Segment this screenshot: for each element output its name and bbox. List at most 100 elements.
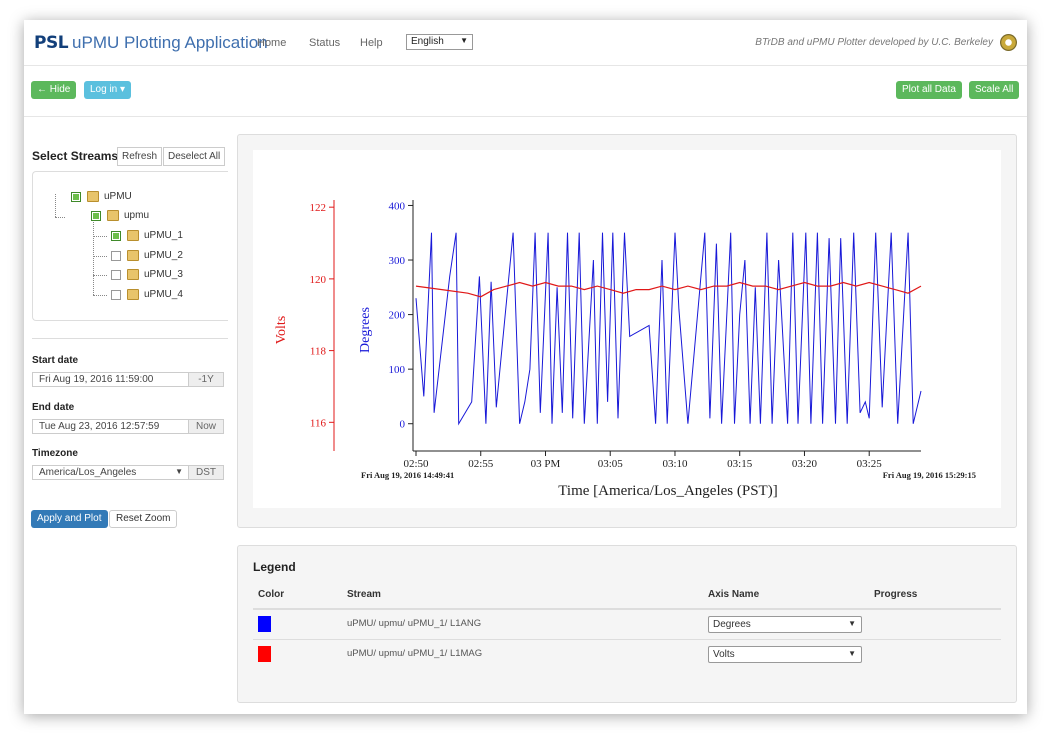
tree-connector: [93, 236, 107, 237]
tree-node-label: uPMU_3: [144, 269, 183, 280]
legend-row-divider: [253, 639, 1001, 640]
volts-tick-label: 118: [310, 346, 327, 358]
x-tick-label: 03:20: [792, 458, 818, 470]
tree-connector: [93, 256, 107, 257]
dst-toggle[interactable]: DST: [188, 465, 224, 480]
axis-name-value: Volts: [713, 649, 735, 660]
degrees-tick-label: 300: [389, 255, 406, 267]
tree-connector: [93, 275, 107, 276]
folder-icon: [127, 269, 139, 280]
tree-node-upmu-1[interactable]: uPMU_1: [111, 230, 183, 241]
series-line-degrees: [415, 232, 922, 426]
tree-connector: [93, 295, 107, 296]
brand-abbrev: PSL: [34, 33, 69, 53]
tree-connector: [55, 194, 56, 217]
legend-header-axis: Axis Name: [708, 589, 760, 600]
legend-color-swatch: [258, 646, 271, 662]
chevron-down-icon: ▼: [848, 619, 856, 628]
tree-node-label: upmu: [124, 210, 150, 221]
chart-svg[interactable]: 116 118 120 122 Volts 0 100 200 300 400 Degrees 02:…: [253, 150, 1001, 508]
tree-node-upmu[interactable]: upmu: [91, 210, 149, 221]
tree-node-upmu-4[interactable]: uPMU_4: [111, 289, 183, 300]
minus-one-year-button[interactable]: -1Y: [188, 372, 224, 387]
tree-node-label: uPMU: [104, 191, 132, 202]
checkbox-icon[interactable]: [111, 289, 121, 300]
refresh-button[interactable]: Refresh: [117, 147, 163, 166]
divider: [32, 338, 228, 339]
degrees-tick-label: 100: [389, 364, 406, 376]
nav-home-link[interactable]: Home: [257, 37, 286, 49]
legend-header-progress: Progress: [874, 589, 918, 600]
hide-button[interactable]: ← Hide: [31, 81, 77, 99]
login-button[interactable]: Log in ▾: [84, 81, 132, 99]
tree-node-label: uPMU_2: [144, 250, 183, 261]
tree-node-root[interactable]: uPMU: [71, 191, 132, 202]
tree-node-upmu-3[interactable]: uPMU_3: [111, 269, 183, 280]
legend-header-divider: [253, 608, 1001, 610]
chevron-down-icon: ▼: [848, 649, 856, 658]
tree-connector: [55, 217, 65, 218]
timezone-select[interactable]: America/Los_Angeles ▼: [32, 465, 189, 480]
timezone-value: America/Los_Angeles: [39, 467, 137, 478]
folder-icon: [127, 289, 139, 300]
language-value: English: [411, 36, 444, 47]
app-brand[interactable]: PSL uPMU Plotting Application: [34, 33, 268, 53]
legend-stream-name: uPMU/ upmu/ uPMU_1/ L1MAG: [347, 648, 483, 659]
volts-tick-label: 122: [310, 202, 327, 214]
volts-axis-title: Volts: [274, 316, 289, 345]
end-date-label: End date: [32, 402, 75, 413]
volts-tick-label: 116: [310, 417, 327, 429]
checkbox-icon[interactable]: [111, 250, 121, 261]
berkeley-logo-icon: [1000, 34, 1017, 51]
axis-name-value: Degrees: [713, 619, 751, 630]
scale-all-button[interactable]: Scale All: [969, 81, 1020, 99]
legend-header-color: Color: [258, 589, 285, 600]
x-tick-label: 03:10: [662, 458, 688, 470]
toolbar: ← Hide Log in ▾ Plot all Data Scale All: [24, 67, 1027, 117]
start-timestamp-label: Fri Aug 19, 2016 14:49:41: [361, 470, 454, 480]
legend-stream-name: uPMU/ upmu/ uPMU_1/ L1ANG: [347, 618, 482, 629]
start-date-label: Start date: [32, 355, 79, 366]
legend-header-stream: Stream: [347, 589, 381, 600]
volts-tick-label: 120: [310, 274, 327, 286]
x-tick-label: 03:25: [857, 458, 883, 470]
credit-text: BTrDB and uPMU Plotter developed by U.C.…: [755, 37, 993, 48]
stream-tree: uPMU upmu uPMU_1 uPMU_2 uPMU_3 uPMU_4: [32, 171, 228, 321]
checkbox-icon[interactable]: [71, 191, 81, 202]
axis-name-select[interactable]: Degrees ▼: [708, 616, 862, 633]
nav-status-link[interactable]: Status: [309, 37, 340, 49]
folder-icon: [87, 191, 99, 202]
axis-name-select[interactable]: Volts ▼: [708, 646, 862, 663]
chevron-down-icon: ▼: [460, 36, 468, 45]
tree-node-upmu-2[interactable]: uPMU_2: [111, 250, 183, 261]
legend-color-swatch: [258, 616, 271, 632]
select-streams-title: Select Streams: [32, 149, 119, 163]
degrees-tick-label: 0: [400, 419, 406, 431]
folder-icon: [127, 250, 139, 261]
legend-title: Legend: [253, 560, 296, 574]
language-select[interactable]: English ▼: [406, 34, 473, 50]
x-tick-label: 03:05: [598, 458, 624, 470]
nav-help-link[interactable]: Help: [360, 37, 383, 49]
folder-icon: [107, 210, 119, 221]
start-date-input[interactable]: Fri Aug 19, 2016 11:59:00: [32, 372, 189, 387]
end-date-input[interactable]: Tue Aug 23, 2016 12:57:59: [32, 419, 189, 434]
chart-card: 116 118 120 122 Volts 0 100 200 300 400 Degrees 02:…: [253, 150, 1001, 508]
tree-connector: [93, 214, 94, 295]
checkbox-icon[interactable]: [111, 269, 121, 280]
x-axis-title: Time [America/Los_Angeles (PST)]: [558, 483, 777, 499]
deselect-all-button[interactable]: Deselect All: [163, 147, 226, 166]
checkbox-icon[interactable]: [91, 210, 101, 221]
x-tick-label: 03:15: [727, 458, 753, 470]
apply-and-plot-button[interactable]: Apply and Plot: [31, 510, 108, 528]
x-tick-label: 03 PM: [531, 458, 561, 470]
checkbox-icon[interactable]: [111, 230, 121, 241]
degrees-axis-title: Degrees: [358, 307, 373, 353]
now-button[interactable]: Now: [188, 419, 224, 434]
end-timestamp-label: Fri Aug 19, 2016 15:29:15: [883, 470, 976, 480]
app-window: PSL uPMU Plotting Application Home Status…: [24, 20, 1027, 714]
timezone-label: Timezone: [32, 448, 78, 459]
reset-zoom-button[interactable]: Reset Zoom: [109, 510, 178, 528]
plot-all-button[interactable]: Plot all Data: [896, 81, 962, 99]
degrees-tick-label: 200: [389, 310, 406, 322]
